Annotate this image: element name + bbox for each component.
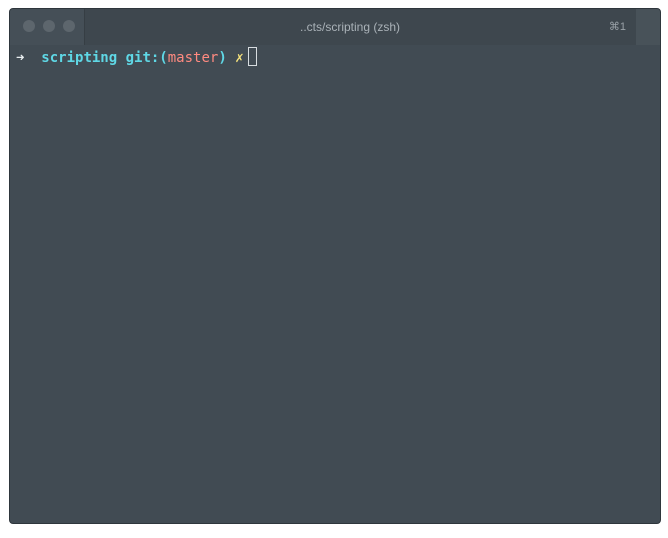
terminal-window: ..cts/scripting (zsh) ⌘1 ➜ scripting git…	[9, 8, 661, 524]
close-window-button[interactable]	[23, 20, 35, 32]
prompt-directory: scripting	[41, 50, 118, 66]
window-title: ..cts/scripting (zsh)	[299, 20, 401, 34]
tab-shortcut-label: ⌘1	[608, 21, 626, 33]
prompt-git-suffix: )	[218, 50, 227, 66]
zoom-window-button[interactable]	[63, 20, 75, 32]
text-cursor[interactable]	[247, 47, 257, 66]
prompt-branch: master	[167, 50, 219, 66]
prompt-line: ➜ scripting git:(master) ✗	[16, 47, 257, 69]
prompt-arrow-icon: ➜	[16, 50, 25, 66]
prompt-git-prefix: git:(	[125, 50, 168, 66]
terminal-content[interactable]: ➜ scripting git:(master) ✗	[10, 45, 660, 523]
new-tab-area[interactable]	[636, 9, 660, 45]
window-controls	[10, 9, 85, 45]
prompt-dirty-marker: ✗	[235, 50, 244, 66]
title-bar[interactable]: ..cts/scripting (zsh) ⌘1	[10, 9, 660, 45]
minimize-window-button[interactable]	[43, 20, 55, 32]
